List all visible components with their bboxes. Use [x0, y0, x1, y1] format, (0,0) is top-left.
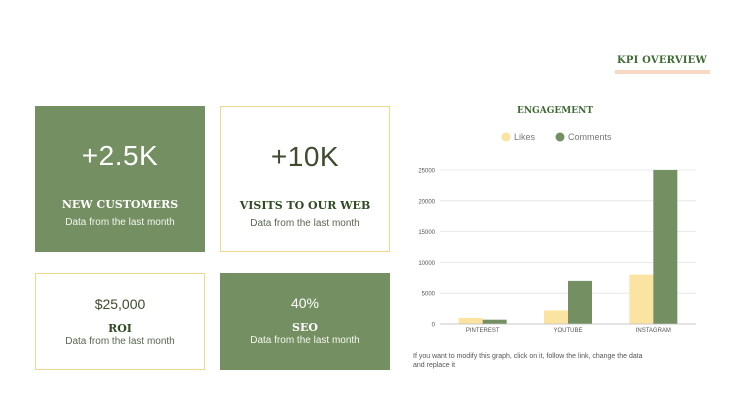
kpi-subtext: Data from the last month — [250, 218, 360, 229]
kpi-label: NEW CUSTOMERS — [61, 198, 179, 211]
kpi-label: ROI — [108, 322, 132, 335]
kpi-card-seo: 40% SEO Data from the last month — [220, 273, 390, 370]
kpi-card-visits: +10K VISITS TO OUR WEB Data from the las… — [220, 106, 390, 252]
kpi-card-roi: $25,000 ROI Data from the last month — [35, 273, 205, 370]
kpi-value: +10K — [270, 141, 340, 172]
bar-comments-youtube — [568, 280, 592, 324]
legend-label-comments: Comments — [568, 132, 612, 142]
y-tick-label: 15000 — [418, 230, 435, 236]
chart-note: If you want to modify this graph, click … — [413, 353, 643, 369]
x-tick-label: YOUTUBE — [553, 328, 582, 334]
y-tick-label: 0 — [432, 323, 436, 329]
kpi-subtext: Data from the last month — [65, 217, 175, 228]
kpi-card-new-customers: +2.5K NEW CUSTOMERS Data from the last m… — [35, 106, 205, 252]
x-tick-label: PINTEREST — [466, 328, 500, 334]
kpi-value: 40% — [290, 295, 320, 311]
chart-title: ENGAGEMENT — [517, 106, 593, 116]
x-tick-label: INSTAGRAM — [636, 328, 671, 334]
y-tick-label: 5000 — [422, 292, 436, 298]
engagement-chart[interactable]: ENGAGEMENT Likes Comments 0 5000 10000 15000 20… — [400, 98, 700, 343]
y-tick-label: 20000 — [418, 199, 435, 205]
kpi-value: $25,000 — [94, 296, 146, 312]
legend-label-likes: Likes — [514, 132, 536, 142]
title-block: KPI OVERVIEW — [615, 55, 710, 74]
bar-likes-pinterest — [458, 317, 483, 324]
bar-likes-instagram — [629, 274, 654, 324]
page-title: KPI OVERVIEW — [617, 55, 707, 66]
kpi-subtext: Data from the last month — [65, 336, 175, 347]
bar-likes-youtube — [544, 310, 568, 324]
bar-comments-instagram — [653, 170, 678, 324]
legend-marker-comments — [555, 132, 565, 142]
kpi-label: VISITS TO OUR WEB — [239, 199, 371, 212]
kpi-label: SEO — [292, 321, 318, 334]
y-tick-label: 25000 — [418, 169, 435, 175]
legend-marker-likes — [501, 132, 511, 142]
kpi-value: +2.5K — [81, 140, 159, 171]
bar-comments-pinterest — [482, 319, 507, 324]
title-underline — [615, 70, 710, 74]
kpi-subtext: Data from the last month — [250, 335, 360, 346]
y-tick-label: 10000 — [418, 261, 435, 267]
